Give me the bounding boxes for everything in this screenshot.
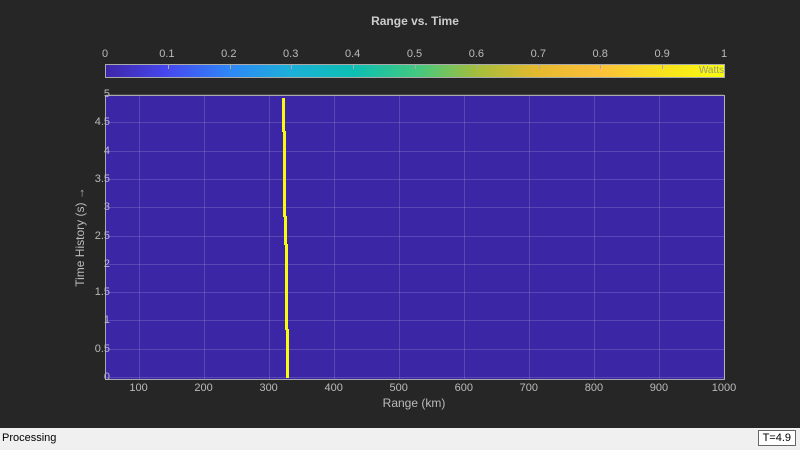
y-tick-label: 3 [103,201,110,214]
x-tick-label: 400 [324,382,343,394]
y-gridline [106,122,724,124]
y-gridline [106,320,724,322]
y-tick-label: 2 [103,257,110,270]
colorbar-tick-label: 0.6 [468,48,485,60]
colorbar-tick-label: 1 [720,48,728,60]
x-tick-label: 500 [389,382,408,394]
y-tick-label: 4 [103,144,110,157]
y-gridline [106,207,724,209]
colorbar-tick-mark [662,65,664,69]
x-axis-label: Range (km) [382,396,446,410]
y-gridline [106,377,724,378]
x-tick-label: 900 [649,382,669,394]
y-tick-label: 0 [103,371,110,383]
y-gridline [106,263,724,265]
x-gridline [724,96,725,379]
colorbar-tick-label: 0.4 [344,48,361,60]
y-gridline [106,94,724,95]
colorbar-tick-mark [167,65,169,69]
x-tick-label: 600 [454,382,473,394]
x-gridline [463,96,465,379]
x-gridline [333,96,335,379]
y-gridline [106,150,724,152]
status-text: Processing [2,432,57,444]
x-gridline [268,96,270,379]
x-tick-label: 800 [584,382,604,394]
range-trace-segment [281,97,285,132]
range-trace-segment [285,328,289,378]
range-trace-segment [284,243,288,302]
x-tick-label: 200 [194,382,213,394]
colorbar-tick-label: 0.1 [159,48,175,60]
colorbar-tick-mark [353,65,355,69]
y-gridline [106,348,724,350]
y-axis-label: Time History (s) → [73,187,87,287]
colorbar-tick-mark [600,65,602,69]
x-tick-label: 100 [129,382,148,394]
plot-area[interactable] [105,94,725,380]
range-trace-segment [283,215,287,245]
colorbar-tick-mark [538,65,540,69]
time-readout: T=4.9 [757,430,796,446]
y-tick-label: 4.5 [94,116,110,129]
x-tick-label: 1000 [711,382,737,394]
colorbar-tick-label: 0.8 [592,48,608,60]
x-gridline [203,96,205,379]
y-gridline [106,235,724,237]
y-tick-label: 5 [103,88,110,100]
x-gridline [593,96,595,379]
y-tick-label: 3.5 [94,172,110,185]
y-gridline [106,178,724,180]
x-tick-label: 700 [519,382,539,394]
range-trace-segment [285,300,289,330]
colorbar-tick-label: 0.5 [406,48,423,60]
x-gridline [398,96,400,379]
x-tick-label: 300 [259,382,278,394]
status-bar: Processing T=4.9 [0,428,800,450]
range-trace-segment [283,130,287,217]
colorbar-tick-label: 0.7 [530,48,546,60]
x-gridline [658,96,660,379]
y-tick-label: 0.5 [94,342,110,355]
colorbar-tick-mark [476,65,478,69]
y-tick-label: 1.5 [94,286,110,299]
y-tick-label: 2.5 [94,229,110,242]
colorbar-tick-mark [415,65,416,69]
colorbar-tick-label: 0.2 [221,48,237,60]
colorbar-tick-mark [229,65,231,69]
colorbar-tick-label: 0.9 [654,48,670,60]
chart-title: Range vs. Time [371,14,459,28]
colorbar-tick-mark [291,65,293,69]
colorbar: Watts [105,64,725,78]
y-tick-label: 1 [103,314,110,327]
colorbar-tick-label: 0.3 [283,48,299,60]
x-gridline [138,96,140,379]
y-gridline [106,292,724,294]
colorbar-tick-label: 0 [101,48,109,60]
colorbar-unit: Watts [698,65,724,76]
x-gridline [528,96,530,379]
